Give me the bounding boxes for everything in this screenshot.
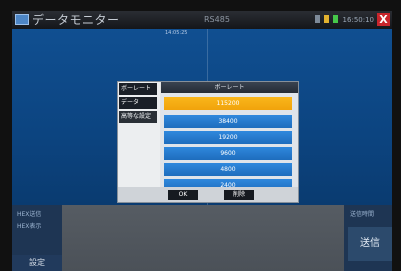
hex-send-label[interactable]: HEX送信 <box>17 209 41 218</box>
send-button[interactable]: 送信 <box>348 227 392 261</box>
settings-button[interactable]: 設定 <box>12 255 62 271</box>
baud-option-115200[interactable]: 115200 <box>164 97 292 110</box>
send-time-label[interactable]: 送信時間 <box>350 209 374 218</box>
device-screen: データモニター RS485 16:50:10 X 14:05:25 HEX送信 … <box>0 0 401 271</box>
hex-display-label[interactable]: HEX表示 <box>17 221 41 230</box>
sidebar-item-baud-rate[interactable]: ボーレート <box>119 83 157 95</box>
baud-option-2400[interactable]: 2400 <box>164 179 292 187</box>
monitor-icon <box>15 14 29 25</box>
sidebar-item-advanced[interactable]: 高等な設定 <box>119 111 157 123</box>
signal-icon <box>314 15 320 23</box>
mode-label: RS485 <box>204 15 230 24</box>
baud-option-19200[interactable]: 19200 <box>164 131 292 144</box>
clock-text: 16:50:10 <box>342 16 374 24</box>
sidebar-item-data[interactable]: データ <box>119 97 157 109</box>
baud-option-38400[interactable]: 38400 <box>164 115 292 128</box>
baud-option-9600[interactable]: 9600 <box>164 147 292 160</box>
ok-button[interactable]: OK <box>168 190 198 200</box>
send-text-input[interactable] <box>62 205 344 271</box>
baud-rate-list[interactable]: 115200 38400 19200 9600 4800 2400 <box>161 93 298 187</box>
title-bar: データモニター RS485 16:50:10 X <box>12 11 392 30</box>
usb-icon <box>324 15 330 23</box>
delete-button[interactable]: 削除 <box>224 190 254 200</box>
baud-rate-dialog: ボーレート データ 高等な設定 ボーレート 115200 38400 19200… <box>117 81 299 203</box>
dialog-footer: OK 削除 <box>118 187 298 202</box>
dialog-sidebar: ボーレート データ 高等な設定 <box>118 82 160 202</box>
battery-icon <box>333 15 339 23</box>
app-title: データモニター <box>32 13 120 27</box>
dialog-header: ボーレート <box>161 82 298 93</box>
status-indicators: 16:50:10 <box>314 14 374 26</box>
bottom-panel: HEX送信 HEX表示 送信時間 設定 送信 <box>12 205 392 271</box>
baud-option-4800[interactable]: 4800 <box>164 163 292 176</box>
close-button[interactable]: X <box>377 13 390 26</box>
timestamp-header: 14:05:25 <box>165 30 188 36</box>
